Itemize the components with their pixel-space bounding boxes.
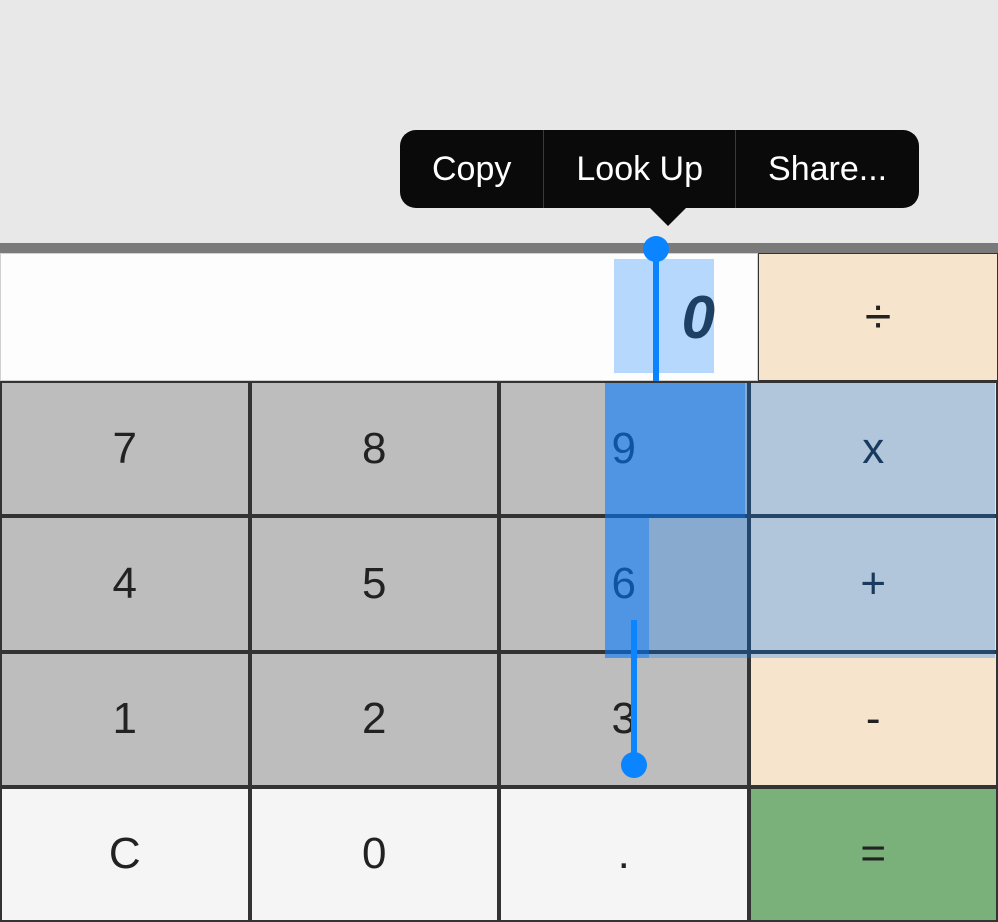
divider-bar bbox=[0, 243, 998, 253]
selection-handle-end[interactable] bbox=[621, 752, 647, 778]
display-value: 0 bbox=[682, 283, 715, 352]
calculator-display[interactable]: 0 bbox=[0, 253, 758, 381]
top-background bbox=[0, 0, 998, 250]
calculator: 0 ÷ 7 8 9 x 4 5 6 + 1 2 3 - C 0 . = bbox=[0, 253, 998, 922]
key-1[interactable]: 1 bbox=[0, 652, 250, 787]
decimal-button[interactable]: . bbox=[499, 787, 749, 922]
key-0[interactable]: 0 bbox=[250, 787, 500, 922]
key-7[interactable]: 7 bbox=[0, 381, 250, 516]
share-menu-item[interactable]: Share... bbox=[736, 130, 919, 208]
selection-caret[interactable] bbox=[631, 620, 637, 760]
selection-caret[interactable] bbox=[653, 246, 659, 381]
key-8[interactable]: 8 bbox=[250, 381, 500, 516]
key-9[interactable]: 9 bbox=[499, 381, 749, 516]
key-4[interactable]: 4 bbox=[0, 516, 250, 651]
lookup-menu-item[interactable]: Look Up bbox=[544, 130, 735, 208]
minus-button[interactable]: - bbox=[749, 652, 998, 787]
clear-button[interactable]: C bbox=[0, 787, 250, 922]
key-5[interactable]: 5 bbox=[250, 516, 500, 651]
copy-menu-item[interactable]: Copy bbox=[400, 130, 543, 208]
context-menu: Copy Look Up Share... bbox=[400, 130, 919, 208]
key-6[interactable]: 6 bbox=[499, 516, 749, 651]
equals-button[interactable]: = bbox=[749, 787, 998, 922]
display-row: 0 ÷ bbox=[0, 253, 998, 381]
keypad: 7 8 9 x 4 5 6 + 1 2 3 - C 0 . = bbox=[0, 381, 998, 922]
selection-handle-start[interactable] bbox=[643, 236, 669, 262]
multiply-button[interactable]: x bbox=[749, 381, 998, 516]
key-2[interactable]: 2 bbox=[250, 652, 500, 787]
divide-button[interactable]: ÷ bbox=[758, 253, 998, 381]
plus-button[interactable]: + bbox=[749, 516, 998, 651]
menu-tail-icon bbox=[648, 206, 688, 226]
